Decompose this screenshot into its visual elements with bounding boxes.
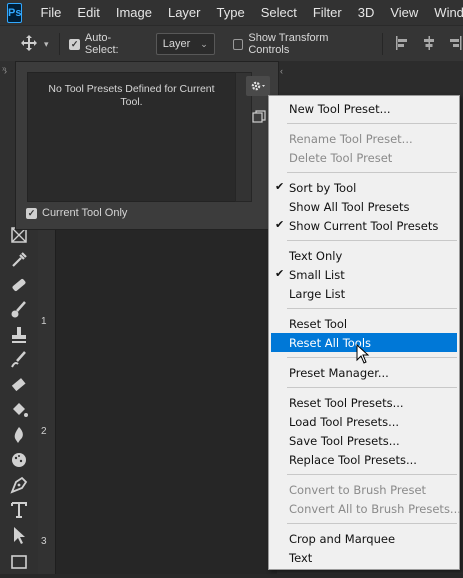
menu-item-reset-tool[interactable]: Reset Tool [271,314,457,333]
tool-presets-panel: No Tool Presets Defined for Current Tool… [15,61,279,230]
menu-separator [287,172,457,173]
menu-item-convert-to-brush-preset[interactable]: Convert to Brush Preset [271,480,457,499]
ruler-mark: 2 [41,426,47,437]
type-tool-icon[interactable] [8,499,30,521]
auto-select-target-value: Layer [162,38,191,50]
menu-item-sort-by-tool[interactable]: ✔ Sort by Tool [271,178,457,197]
menu-3d[interactable]: 3D [350,5,383,20]
mouse-pointer-icon [356,343,370,369]
tool-presets-context-menu: New Tool Preset... Rename Tool Preset...… [268,95,461,570]
vertical-ruler[interactable]: 1 2 3 [38,228,56,574]
no-presets-message: No Tool Presets Defined for Current Tool… [48,83,215,108]
auto-select-label: Auto-Select: [84,32,119,56]
expand-panel-icon[interactable]: ‹ [280,66,283,76]
menu-item-replace-tool-presets[interactable]: Replace Tool Presets... [271,450,457,469]
menu-type[interactable]: Type [209,5,253,20]
current-tool-only-checkbox[interactable]: ✓ [26,207,37,219]
auto-select-checkbox[interactable]: ✓ [69,38,80,50]
menu-select[interactable]: Select [253,5,305,20]
menu-separator [287,308,457,309]
path-selection-tool-icon[interactable] [8,524,30,546]
menu-item-save-tool-presets[interactable]: Save Tool Presets... [271,431,457,450]
preset-list[interactable]: No Tool Presets Defined for Current Tool… [27,72,236,202]
document-canvas[interactable] [38,228,278,574]
menu-item-large-list[interactable]: Large List [271,284,457,303]
show-transform-controls-checkbox[interactable] [232,38,244,50]
checkmark-icon: ✔ [275,267,285,280]
menu-layer[interactable]: Layer [160,5,209,20]
current-tool-only-control[interactable]: ✓ Current Tool Only [26,207,127,219]
menu-item-text-only[interactable]: Text Only [271,246,457,265]
menu-item-rename-tool-preset[interactable]: Rename Tool Preset... [271,129,457,148]
panel-menu-button[interactable] [246,76,270,96]
align-right-edges-icon[interactable] [447,35,463,53]
menu-item-show-current-tool-presets[interactable]: ✔ Show Current Tool Presets [271,216,457,235]
checkmark-icon: ✔ [275,218,285,231]
menu-item-new-tool-preset[interactable]: New Tool Preset... [271,99,457,118]
menu-item-show-all-tool-presets[interactable]: Show All Tool Presets [271,197,457,216]
menu-item-crop-and-marquee[interactable]: Crop and Marquee [271,529,457,548]
move-tool-icon[interactable] [20,34,38,55]
chevron-down-icon: ⌄ [200,38,208,49]
align-horizontal-centers-icon[interactable] [421,35,437,53]
collapse-panel-icon[interactable]: › [4,66,7,76]
paint-bucket-tool-icon[interactable] [8,399,30,421]
menu-separator [287,357,457,358]
clone-stamp-tool-icon[interactable] [8,324,30,346]
checkmark-icon: ✔ [275,180,285,193]
menu-item-convert-all-to-brush-presets[interactable]: Convert All to Brush Presets... [271,499,461,518]
options-bar: ▾ ✓ Auto-Select: Layer ⌄ Show Transform … [0,25,463,63]
menu-window[interactable]: Window [426,5,463,20]
menu-separator [287,123,457,124]
menu-separator [287,523,457,524]
create-new-preset-icon[interactable] [252,110,266,124]
menu-separator [287,240,457,241]
tool-preset-picker-chevron-icon[interactable]: ▾ [44,39,49,50]
align-left-edges-icon[interactable] [395,35,411,53]
photoshop-logo: Ps [7,2,23,23]
menu-separator [287,474,457,475]
history-brush-tool-icon[interactable] [8,349,30,371]
menu-filter[interactable]: Filter [305,5,350,20]
menu-view[interactable]: View [382,5,426,20]
eraser-tool-icon[interactable] [8,374,30,396]
healing-brush-tool-icon[interactable] [8,274,30,296]
options-divider [382,33,384,55]
ruler-mark: 3 [41,536,47,547]
current-tool-only-label: Current Tool Only [42,207,128,219]
pen-tool-icon[interactable] [8,474,30,496]
brush-tool-icon[interactable] [8,299,30,321]
menu-item-load-tool-presets[interactable]: Load Tool Presets... [271,412,457,431]
gear-icon [251,81,265,91]
menu-bar: Ps File Edit Image Layer Type Select Fil… [0,0,463,25]
rectangle-tool-icon[interactable] [8,551,30,573]
menu-item-small-list[interactable]: ✔ Small List [271,265,457,284]
blur-tool-icon[interactable] [8,424,30,446]
menu-file[interactable]: File [32,5,69,20]
options-divider [58,33,60,55]
sponge-tool-icon[interactable] [8,449,30,471]
eyedropper-tool-icon[interactable] [8,249,30,271]
show-transform-controls-label: Show Transform Controls [248,32,329,56]
ruler-mark: 1 [41,316,47,327]
menu-item-text[interactable]: Text [271,548,457,567]
menu-separator [287,387,457,388]
menu-image[interactable]: Image [108,5,160,20]
menu-edit[interactable]: Edit [69,5,107,20]
auto-select-target-dropdown[interactable]: Layer ⌄ [155,33,215,55]
menu-item-reset-tool-presets[interactable]: Reset Tool Presets... [271,393,457,412]
menu-item-delete-tool-preset[interactable]: Delete Tool Preset [271,148,457,167]
